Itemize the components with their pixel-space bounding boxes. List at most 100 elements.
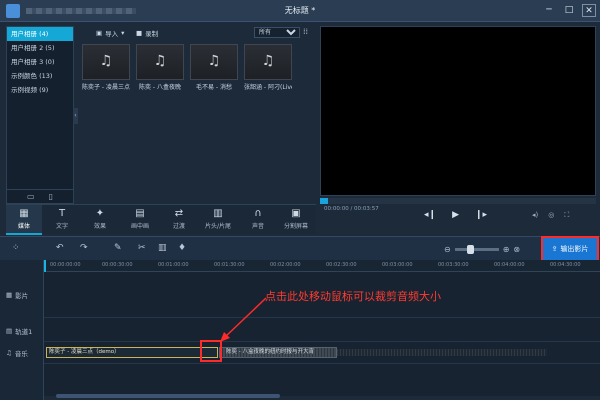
library-item-user-album-2[interactable]: 用户相册 2 (5): [7, 41, 73, 55]
music-note-icon: ♫: [6, 349, 12, 357]
previous-frame-icon[interactable]: ◂❙: [424, 210, 436, 220]
tab-splitscreen[interactable]: ▣ 分割屏幕: [278, 205, 314, 235]
media-icon: ▦: [19, 208, 29, 219]
library-item-user-album-3[interactable]: 用户相册 3 (0): [7, 55, 73, 69]
pip-icon: ▤: [135, 208, 145, 219]
track-label-video[interactable]: ▦ 影片: [6, 290, 28, 300]
grid-view-icon[interactable]: ⁞⁞: [303, 27, 308, 36]
tab-media[interactable]: ▦ 媒体: [6, 205, 42, 235]
close-button[interactable]: ✕: [582, 4, 596, 17]
ruler-tick: 00:03:00:00: [382, 262, 413, 268]
folder-icon: ▣: [96, 29, 103, 37]
media-panel: ▣ 导入 ▾ ■ 录制 所有 ⁞⁞ ♫ 陈奕子 - 凌晨三点 ♫ 陈奕 - 八盒…: [80, 26, 314, 204]
music-note-icon: ♫: [261, 53, 275, 69]
media-clip[interactable]: ♫ 陈奕 - 八盒夜晚: [136, 44, 184, 91]
tab-text[interactable]: T 文字: [44, 205, 80, 235]
snapshot-icon[interactable]: ◎: [548, 211, 554, 220]
record-button[interactable]: ■ 录制: [136, 28, 158, 38]
library-panel: 用户相册 (4) 用户相册 2 (5) 用户相册 3 (0) 示例颜色 (13)…: [6, 26, 74, 204]
preview-progress-bar[interactable]: [320, 198, 596, 204]
redo-icon[interactable]: ↷: [80, 243, 88, 253]
fit-icon[interactable]: ⊗: [513, 245, 520, 254]
tab-audio-label: 声音: [251, 223, 264, 230]
audio-waveform: [337, 349, 547, 356]
transition-icon: ⇄: [174, 208, 184, 219]
overlay-track[interactable]: [44, 318, 600, 342]
ruler-tick: 00:02:00:00: [270, 262, 301, 268]
timecode: 00:00:00 / 00:03:57: [324, 206, 379, 212]
volume-icon[interactable]: ◂): [532, 211, 538, 220]
ruler-tick: 00:00:00:00: [50, 262, 81, 268]
collapse-handle[interactable]: ‹: [73, 108, 78, 124]
microphone-icon[interactable]: ♦: [178, 243, 186, 253]
timeline-zoom: ⊖ ⊕ ⊗: [444, 245, 520, 254]
camera-icon: ■: [136, 29, 143, 37]
track-label-music[interactable]: ♫ 音乐: [6, 348, 28, 358]
annotation-arrow: [220, 297, 267, 342]
film-icon: ▦: [6, 291, 13, 299]
ruler-tick: 00:00:30:00: [102, 262, 133, 268]
arrow-line: [223, 297, 267, 339]
clip-caption: 毛不易 - 消愁: [196, 84, 232, 91]
tab-transition[interactable]: ⇄ 过渡: [161, 205, 197, 235]
playhead[interactable]: [44, 260, 46, 272]
timeline-ruler[interactable]: 00:00:00:00 00:00:30:00 00:01:00:00 00:0…: [44, 260, 600, 272]
zoom-knob[interactable]: [466, 245, 474, 254]
filter-select[interactable]: 所有: [254, 27, 300, 38]
clip-caption: 张韶涵 - 阿刁(Live: [244, 84, 292, 91]
audio-clip-2[interactable]: 陈奕 - 八盒夜晚的纽约时报与开大宵: [219, 347, 337, 358]
record-label: 录制: [145, 30, 159, 38]
export-icon: ⇪: [551, 245, 558, 253]
ruler-tick: 00:02:30:00: [326, 262, 357, 268]
library-item-sample-colors[interactable]: 示例颜色 (13): [7, 69, 73, 83]
tab-text-label: 文字: [55, 223, 68, 230]
cut-icon[interactable]: ✂: [138, 243, 146, 253]
effects-icon: ✦: [95, 208, 105, 219]
next-frame-icon[interactable]: ❙▸: [475, 210, 487, 220]
title-bar: 无标题 * ─ □ ✕: [0, 0, 600, 22]
audio-icon: ∩: [254, 208, 262, 219]
ruler-tick: 00:01:30:00: [214, 262, 245, 268]
edit-icon[interactable]: ✎: [114, 243, 122, 253]
track-labels: ▦ 影片 ▤ 轨道1 ♫ 音乐: [0, 260, 44, 400]
audio-clip-1[interactable]: 陈奕子 - 凌晨三点（demo）: [46, 347, 218, 358]
grid-icon[interactable]: ⁘: [12, 243, 20, 253]
tab-intro[interactable]: ▥ 片头/片尾: [200, 205, 236, 235]
tab-pip-label: 画中画: [130, 223, 149, 230]
export-label: 输出影片: [560, 245, 589, 253]
zoom-out-icon[interactable]: ⊖: [444, 245, 451, 254]
media-clip[interactable]: ♫ 张韶涵 - 阿刁(Live: [244, 44, 292, 91]
preview-screen: [320, 26, 596, 196]
zoom-in-icon[interactable]: ⊕: [503, 245, 510, 254]
clip-caption: 陈奕子 - 凌晨三点: [82, 84, 130, 91]
export-movie-button[interactable]: ⇪ 输出影片: [543, 238, 597, 260]
fullscreen-icon[interactable]: ⛶: [564, 211, 569, 220]
minimize-button[interactable]: ─: [542, 4, 556, 17]
delete-icon[interactable]: ▥: [158, 243, 167, 253]
tab-audio[interactable]: ∩ 声音: [240, 205, 276, 235]
progress-fill: [320, 198, 329, 204]
tab-intro-label: 片头/片尾: [204, 223, 232, 230]
library-item-sample-videos[interactable]: 示例视频 (9): [7, 83, 73, 97]
zoom-slider[interactable]: [454, 245, 499, 254]
track-label-overlay[interactable]: ▤ 轨道1: [6, 326, 32, 336]
media-clip[interactable]: ♫ 毛不易 - 消愁: [190, 44, 238, 91]
maximize-button[interactable]: □: [562, 4, 576, 17]
track-video-label: 影片: [15, 292, 29, 300]
tab-effects[interactable]: ✦ 效果: [82, 205, 118, 235]
undo-icon[interactable]: ↶: [56, 243, 64, 253]
media-clip[interactable]: ♫ 陈奕子 - 凌晨三点: [82, 44, 130, 91]
play-icon[interactable]: ▶: [452, 210, 459, 220]
ruler-tick: 00:04:00:00: [494, 262, 525, 268]
intro-icon: ▥: [213, 208, 223, 219]
tab-effects-label: 效果: [93, 223, 106, 230]
library-item-user-album-1[interactable]: 用户相册 (4): [7, 27, 73, 41]
timeline-scrollbar[interactable]: [56, 394, 280, 398]
annotation-text: 点击此处移动鼠标可以裁剪音频大小: [265, 290, 441, 303]
chevron-down-icon: ▾: [121, 29, 125, 37]
remove-icon[interactable]: ▯: [49, 192, 53, 201]
import-button[interactable]: ▣ 导入 ▾: [96, 28, 124, 38]
window-title: 无标题 *: [284, 6, 316, 15]
tab-pip[interactable]: ▤ 画中画: [122, 205, 158, 235]
add-icon[interactable]: ▭: [27, 192, 35, 201]
